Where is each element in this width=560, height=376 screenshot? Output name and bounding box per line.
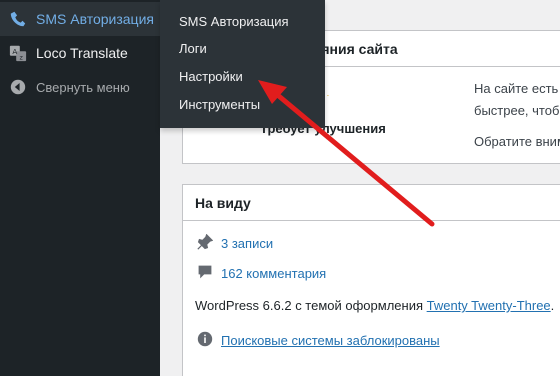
annotation-arrow xyxy=(258,80,435,227)
